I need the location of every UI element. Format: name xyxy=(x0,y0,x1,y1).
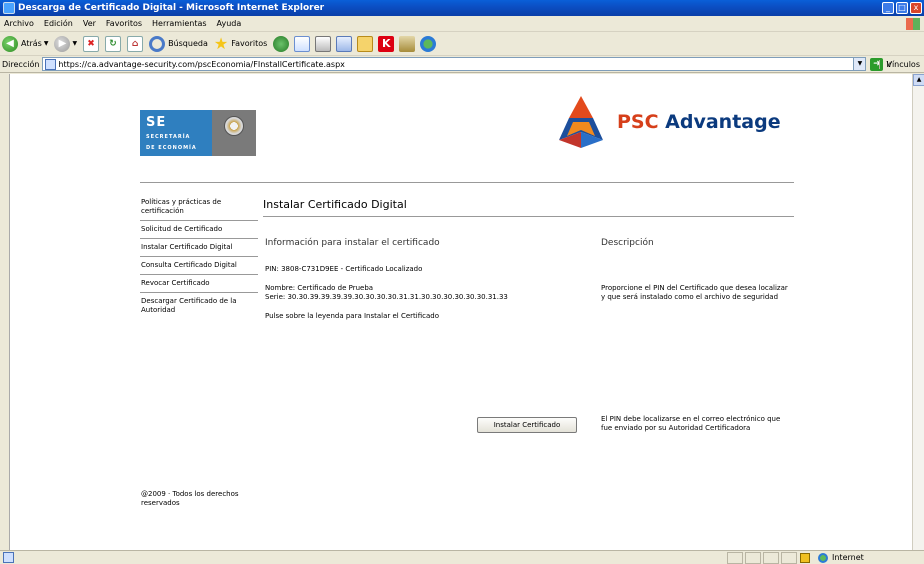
tools-icon[interactable] xyxy=(399,35,416,52)
sidebar-item-revocar[interactable]: Revocar Certificado xyxy=(140,275,258,293)
status-pane xyxy=(745,552,761,564)
media-icon[interactable] xyxy=(273,35,290,52)
info-heading: Información para instalar el certificado xyxy=(265,238,440,248)
psc-logo-part2: Advantage xyxy=(665,111,781,133)
name-line: Nombre: Certificado de Prueba xyxy=(265,284,374,292)
menu-bar: Archivo Edición Ver Favoritos Herramient… xyxy=(0,16,924,32)
status-panes xyxy=(727,552,799,564)
vertical-scrollbar[interactable]: ▲ xyxy=(912,74,924,550)
refresh-icon: ↻ xyxy=(105,35,122,52)
scroll-up-arrow-icon[interactable]: ▲ xyxy=(913,74,924,86)
chevron-down-icon[interactable]: ▼ xyxy=(72,40,77,47)
back-label: Atrás xyxy=(21,39,42,48)
page-viewport: SE SECRETARÍA DE ECONOMÍA PSC Advantage … xyxy=(9,74,912,550)
refresh-button[interactable]: ↻ xyxy=(105,34,122,54)
address-bar: Dirección https://ca.advantage-security.… xyxy=(0,56,924,73)
psc-logo-part1: PSC xyxy=(617,111,666,133)
maximize-button[interactable]: □ xyxy=(896,2,908,14)
edit-icon[interactable] xyxy=(336,35,353,52)
security-zone-label: Internet xyxy=(832,553,864,562)
address-url[interactable]: https://ca.advantage-security.com/pscEco… xyxy=(58,60,345,69)
page-icon xyxy=(45,58,57,70)
description-heading: Descripción xyxy=(601,238,654,248)
forward-arrow-icon: ▶ xyxy=(54,35,71,52)
se-logo-seal-area xyxy=(212,110,256,156)
globe-icon xyxy=(818,553,828,563)
status-pane xyxy=(727,552,743,564)
se-logo-text: SE SECRETARÍA DE ECONOMÍA xyxy=(140,110,212,156)
sidebar-item-instalar[interactable]: Instalar Certificado Digital xyxy=(140,239,258,257)
menu-archivo[interactable]: Archivo xyxy=(4,19,34,28)
window-title: Descarga de Certificado Digital - Micros… xyxy=(18,3,325,13)
close-button[interactable]: x xyxy=(910,2,922,14)
favorites-button[interactable]: ★ Favoritos xyxy=(214,34,267,54)
folder-icon[interactable] xyxy=(357,35,374,52)
sidebar-item-politicas[interactable]: Políticas y prácticas de certificación xyxy=(140,194,258,221)
page-title: Instalar Certificado Digital xyxy=(263,198,794,217)
window-controls: _ □ x xyxy=(882,2,922,14)
instruction-line: Pulse sobre la leyenda para Instalar el … xyxy=(265,312,439,320)
status-pane xyxy=(781,552,797,564)
toolbar: ◀ Atrás ▼ ▶ ▼ ✖ ↻ ⌂ Búsqueda ★ Favoritos… xyxy=(0,32,924,56)
messenger-icon[interactable] xyxy=(420,35,437,52)
search-icon xyxy=(149,35,166,52)
windows-logo-icon xyxy=(906,18,920,30)
favorites-label: Favoritos xyxy=(231,39,268,48)
se-logo: SE SECRETARÍA DE ECONOMÍA xyxy=(140,110,256,156)
mail-icon[interactable] xyxy=(294,35,311,52)
address-label: Dirección xyxy=(2,59,40,69)
links-button[interactable]: Vínculos xyxy=(879,59,920,69)
sidebar-nav: Políticas y prácticas de certificación S… xyxy=(140,194,258,319)
forward-button[interactable]: ▶ ▼ xyxy=(54,34,77,54)
install-certificate-button[interactable]: Instalar Certificado xyxy=(477,417,577,433)
header-divider xyxy=(140,182,794,183)
lock-icon[interactable] xyxy=(800,553,810,563)
psc-logo-icon xyxy=(559,96,603,148)
copyright-footer: @2009 · Todos los derechos reservados xyxy=(141,490,239,507)
pin-line: PIN: 3808-C731D9EE - Certificado Localiz… xyxy=(265,265,423,273)
address-input[interactable]: https://ca.advantage-security.com/pscEco… xyxy=(42,57,867,71)
home-icon: ⌂ xyxy=(127,35,144,52)
print-icon[interactable] xyxy=(315,35,332,52)
sidebar-item-descargar[interactable]: Descargar Certificado de la Autoridad xyxy=(140,293,258,319)
ie-icon xyxy=(3,2,15,14)
description-text-1: Proporcione el PIN del Certificado que d… xyxy=(601,284,788,301)
star-icon: ★ xyxy=(213,33,229,53)
sidebar-item-consulta[interactable]: Consulta Certificado Digital xyxy=(140,257,258,275)
se-logo-line1: SECRETARÍA xyxy=(146,134,191,140)
description-text-2: El PIN debe localizarse en el correo ele… xyxy=(601,415,781,432)
k-toolbar-icon[interactable]: K xyxy=(378,35,395,52)
back-arrow-icon: ◀ xyxy=(2,35,18,52)
se-logo-line2: DE ECONOMÍA xyxy=(146,145,197,151)
se-logo-abbrev: SE xyxy=(146,115,167,130)
menu-favoritos[interactable]: Favoritos xyxy=(106,19,142,28)
serial-line: Serie: 30.30.39.39.39.39.30.30.30.30.31.… xyxy=(265,293,508,301)
psc-advantage-logo: PSC Advantage xyxy=(551,92,781,152)
sidebar-item-solicitud[interactable]: Solicitud de Certificado xyxy=(140,221,258,239)
menu-ver[interactable]: Ver xyxy=(83,19,96,28)
back-button[interactable]: ◀ Atrás ▼ xyxy=(2,34,48,54)
psc-logo-text: PSC Advantage xyxy=(617,111,781,133)
menu-herramientas[interactable]: Herramientas xyxy=(152,19,207,28)
window-titlebar: Descarga de Certificado Digital - Micros… xyxy=(0,0,924,16)
main-content: Instalar Certificado Digital Información… xyxy=(263,198,794,433)
status-pane xyxy=(763,552,779,564)
search-button[interactable]: Búsqueda xyxy=(149,34,208,54)
minimize-button[interactable]: _ xyxy=(882,2,894,14)
menu-edicion[interactable]: Edición xyxy=(44,19,73,28)
status-bar: Internet xyxy=(0,550,924,564)
stop-icon: ✖ xyxy=(83,35,100,52)
search-label: Búsqueda xyxy=(168,39,208,48)
page-icon xyxy=(3,552,14,563)
stop-button[interactable]: ✖ xyxy=(83,34,100,54)
chevron-down-icon[interactable]: ▼ xyxy=(853,58,866,70)
menu-ayuda[interactable]: Ayuda xyxy=(217,19,242,28)
home-button[interactable]: ⌂ xyxy=(127,34,144,54)
chevron-down-icon[interactable]: ▼ xyxy=(44,40,49,47)
mexico-seal-icon xyxy=(224,116,244,136)
